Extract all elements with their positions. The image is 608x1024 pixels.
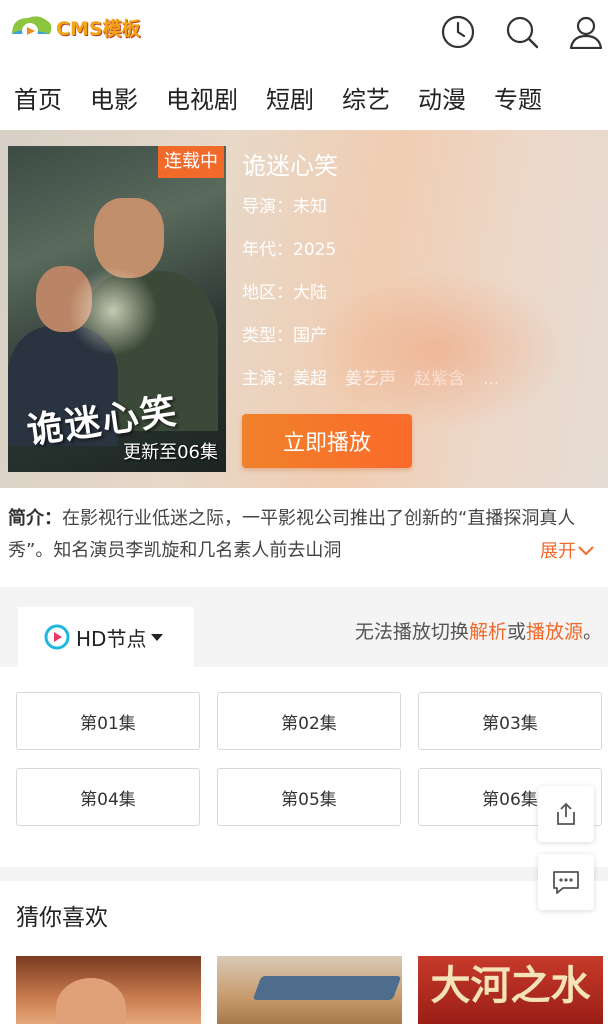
episode-button[interactable]: 第02集 [217, 692, 401, 750]
year-row: 年代：2025 [242, 240, 337, 260]
episode-button[interactable]: 第05集 [217, 768, 401, 826]
poster-image[interactable]: 诡迷心笑 更新至06集 [8, 146, 226, 472]
recommend-thumb[interactable]: 大河之水 [418, 956, 603, 1024]
source-link[interactable]: 播放源 [526, 621, 583, 643]
episode-list: 第01集 第02集 第03集 第04集 第05集 第06集 [0, 667, 608, 867]
source-tab-hd[interactable]: HD节点 [18, 607, 194, 667]
search-icon[interactable] [502, 12, 542, 52]
cast-link[interactable]: 姜超 [293, 369, 327, 389]
episode-button[interactable]: 第04集 [16, 768, 200, 826]
synopsis-label: 简介： [8, 508, 62, 529]
recommend-thumb[interactable] [16, 956, 201, 1024]
nav-item-topic[interactable]: 专题 [494, 80, 542, 115]
region-value: 大陆 [293, 283, 327, 303]
recommend-title: 猜你喜欢 [16, 905, 108, 931]
nav-item-variety[interactable]: 综艺 [342, 80, 390, 115]
source-note: 无法播放切换解析或播放源。 [354, 621, 602, 643]
chevron-down-icon [578, 546, 594, 556]
nav-item-tv[interactable]: 电视剧 [166, 80, 238, 115]
play-now-button[interactable]: 立即播放 [242, 414, 412, 468]
user-icon[interactable] [566, 12, 606, 52]
year-value: 2025 [293, 240, 337, 260]
region-row: 地区：大陆 [242, 283, 327, 303]
genre-value[interactable]: 国产 [293, 326, 327, 346]
logo-text: CMS模板 [56, 17, 141, 40]
recommend-thumb[interactable] [217, 956, 402, 1024]
recommend-thumb-title: 大河之水 [430, 962, 591, 1009]
cast-more: ... [483, 369, 500, 389]
site-logo[interactable]: CMS模板 [8, 10, 158, 44]
logo-play-icon [12, 16, 52, 39]
source-bar: HD节点 无法播放切换解析或播放源。 [0, 587, 608, 667]
share-button[interactable] [538, 786, 594, 842]
expand-label: 展开 [540, 541, 576, 562]
nav-item-movie[interactable]: 电影 [90, 80, 138, 115]
history-icon[interactable] [438, 12, 478, 52]
app-header: CMS模板 [0, 0, 608, 64]
caret-down-icon [151, 634, 164, 641]
parse-link[interactable]: 解析 [469, 621, 507, 643]
cast-link[interactable]: 姜艺声 [345, 369, 396, 389]
episode-button[interactable]: 第03集 [418, 692, 602, 750]
comment-icon [553, 871, 579, 894]
source-tab-label: HD节点 [76, 626, 147, 651]
cast-row: 主演：姜超 姜艺声 赵紫含... [242, 369, 500, 389]
status-badge: 连载中 [158, 146, 224, 178]
expand-button[interactable]: 展开 [540, 537, 596, 563]
detail-info: 诡迷心笑 导演：未知 年代：2025 地区：大陆 类型：国产 主演：姜超 姜艺声赵… [242, 146, 592, 401]
main-nav: 首页 电影 电视剧 短剧 综艺 动漫 专题 [0, 72, 608, 122]
page-title: 诡迷心笑 [242, 152, 338, 180]
director-value: 未知 [293, 197, 327, 217]
nav-item-home[interactable]: 首页 [14, 80, 62, 115]
comment-button[interactable] [538, 854, 594, 910]
director-row: 导演：未知 [242, 197, 327, 217]
update-badge: 更新至06集 [123, 442, 218, 463]
cast-link[interactable]: 赵紫含 [414, 369, 465, 389]
episode-button[interactable]: 第01集 [16, 692, 200, 750]
nav-item-short[interactable]: 短剧 [266, 80, 314, 115]
share-icon [557, 802, 575, 825]
nav-item-anime[interactable]: 动漫 [418, 80, 466, 115]
genre-row: 类型：国产 [242, 326, 327, 346]
play-circle-icon [44, 624, 70, 650]
detail-hero: 诡迷心笑 更新至06集 连载中 诡迷心笑 导演：未知 年代：2025 地区：大陆… [0, 130, 608, 488]
